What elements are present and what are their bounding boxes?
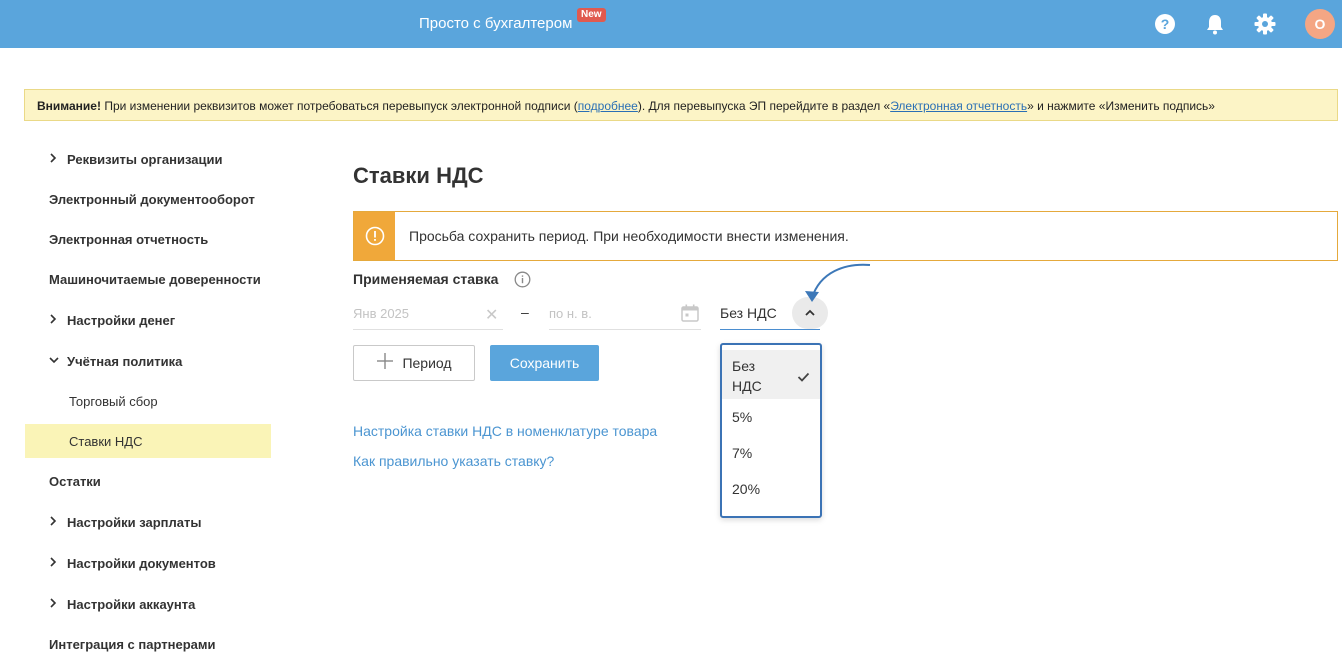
sidebar-item-trade-fee[interactable]: Торговый сбор — [25, 384, 271, 418]
plus-icon — [376, 352, 394, 374]
exclamation-icon — [365, 226, 384, 246]
page-title: Ставки НДС — [353, 163, 484, 188]
sidebar-item-edo[interactable]: Электронный документооборот — [25, 182, 271, 216]
chevron-right-icon — [49, 515, 59, 529]
add-period-button[interactable]: Период — [353, 345, 475, 381]
avatar[interactable]: О — [1305, 9, 1335, 39]
dropdown-option-label: 5% — [732, 409, 753, 425]
sidebar-item-label: Электронная отчетность — [49, 231, 209, 247]
sidebar-item-e-reporting[interactable]: Электронная отчетность — [25, 222, 271, 256]
info-icon[interactable] — [514, 271, 531, 288]
warning-bold: Внимание! — [37, 99, 101, 113]
dropdown-option-no-vat[interactable]: Без НДС — [722, 350, 820, 399]
sidebar-item-label: Интеграция с партнерами — [49, 636, 216, 652]
top-bar: Просто с бухгалтером New ? О — [0, 0, 1342, 48]
date-range-dash: – — [521, 304, 529, 320]
chevron-down-icon — [49, 355, 59, 367]
warning-text-1: При изменении реквизитов может потребова… — [100, 99, 578, 113]
sidebar-item-accounting-policy[interactable]: Учётная политика — [25, 344, 271, 378]
sidebar-item-account-settings[interactable]: Настройки аккаунта — [25, 587, 271, 621]
add-period-label: Период — [402, 355, 452, 371]
date-from-input[interactable] — [353, 297, 503, 329]
warning-text-3: » и нажмите «Изменить подпись» — [1027, 99, 1215, 113]
sidebar-item-label: Настройки аккаунта — [67, 596, 196, 612]
chevron-right-icon — [49, 152, 59, 166]
bell-icon[interactable] — [1204, 13, 1226, 35]
sidebar-item-label: Машиночитаемые доверенности — [49, 271, 261, 287]
calendar-icon[interactable] — [680, 303, 700, 328]
date-from-field[interactable] — [353, 297, 503, 330]
chevron-right-icon — [49, 556, 59, 570]
sidebar-item-vat-rates[interactable]: Ставки НДС — [25, 424, 271, 458]
sidebar-item-label: Торговый сбор — [69, 393, 158, 409]
vat-rate-selected-value: Без НДС — [720, 305, 777, 321]
sidebar-item-label: Реквизиты организации — [67, 151, 223, 167]
sidebar-item-mchd[interactable]: Машиночитаемые доверенности — [25, 262, 271, 296]
date-to-input[interactable] — [549, 297, 701, 329]
chevron-right-icon — [49, 597, 59, 611]
dropdown-option-label: 20% — [732, 481, 761, 497]
dropdown-option-label: 7% — [732, 445, 753, 461]
sidebar-item-document-settings[interactable]: Настройки документов — [25, 546, 271, 580]
dropdown-option-label: Без НДС — [732, 358, 762, 394]
dropdown-option-7[interactable]: 7% — [722, 435, 820, 471]
check-icon — [797, 367, 810, 387]
details-link[interactable]: подробнее — [578, 99, 638, 113]
vat-rate-dropdown: Без НДС 5% 7% 20% — [720, 343, 822, 518]
how-to-set-rate-link[interactable]: Как правильно указать ставку? — [353, 453, 554, 469]
warning-text-2: ). Для перевыпуска ЭП перейдите в раздел… — [637, 99, 891, 113]
sidebar-item-label: Настройки денег — [67, 312, 176, 328]
sidebar-item-label: Остатки — [49, 473, 101, 489]
electronic-reporting-link[interactable]: Электронная отчетность — [890, 99, 1027, 113]
chevron-right-icon — [49, 313, 59, 327]
notice-text: Просьба сохранить период. При необходимо… — [409, 228, 849, 244]
clear-icon[interactable]: ✕ — [485, 305, 498, 325]
sidebar-item-balances[interactable]: Остатки — [25, 464, 271, 498]
sidebar-item-label: Настройки документов — [67, 555, 216, 571]
signature-warning-bar: Внимание! При изменении реквизитов может… — [24, 89, 1338, 121]
save-button[interactable]: Сохранить — [490, 345, 599, 381]
save-period-notice: Просьба сохранить период. При необходимо… — [353, 211, 1338, 261]
applied-rate-label: Применяемая ставка — [353, 271, 499, 287]
notice-icon-box — [354, 212, 395, 260]
gear-icon[interactable] — [1254, 13, 1276, 35]
help-icon[interactable]: ? — [1154, 13, 1176, 35]
dropdown-option-5[interactable]: 5% — [722, 399, 820, 435]
svg-text:?: ? — [1161, 16, 1170, 32]
sidebar-item-label: Электронный документооборот — [49, 191, 255, 207]
sidebar-item-salary-settings[interactable]: Настройки зарплаты — [25, 505, 271, 539]
date-to-field[interactable] — [549, 297, 701, 330]
sidebar-item-partner-integration[interactable]: Интеграция с партнерами — [25, 627, 271, 655]
sidebar-item-label: Ставки НДС — [69, 433, 143, 449]
sidebar-item-money-settings[interactable]: Настройки денег — [25, 303, 271, 337]
nomenclature-vat-link[interactable]: Настройка ставки НДС в номенклатуре това… — [353, 423, 657, 439]
new-badge: New — [577, 8, 606, 22]
sidebar-item-org-details[interactable]: Реквизиты организации — [25, 142, 271, 176]
dropdown-option-20[interactable]: 20% — [722, 471, 820, 507]
sidebar-item-label: Учётная политика — [67, 353, 183, 369]
annotation-arrow — [805, 263, 871, 302]
brand-title[interactable]: Просто с бухгалтером — [419, 15, 572, 32]
sidebar-item-label: Настройки зарплаты — [67, 514, 202, 530]
